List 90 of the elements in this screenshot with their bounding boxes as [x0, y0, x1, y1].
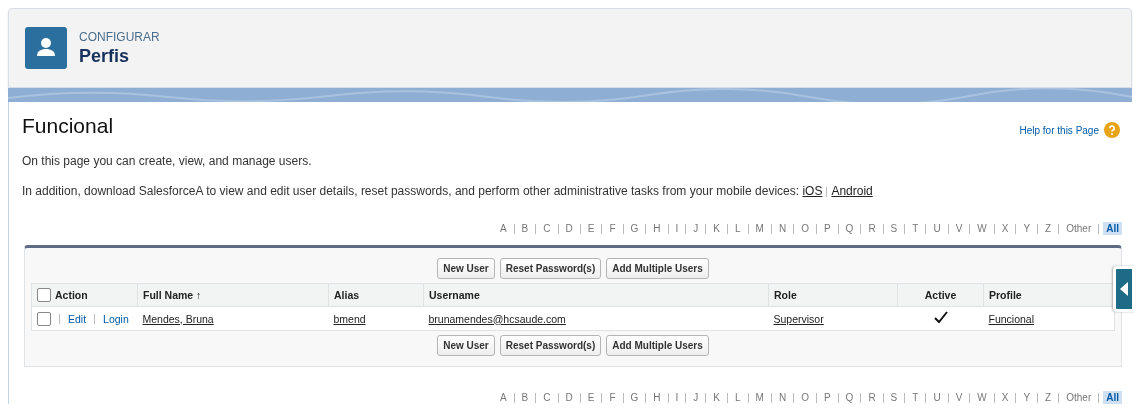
letter-filter[interactable]: J — [690, 222, 702, 235]
letter-filter[interactable]: P — [820, 222, 834, 235]
letter-filter[interactable]: B — [518, 222, 532, 235]
letter-filter[interactable]: M — [752, 222, 767, 235]
column-header[interactable]: Action — [55, 289, 88, 301]
letter-filter[interactable]: L — [732, 222, 744, 235]
column-header[interactable]: Username — [429, 289, 480, 301]
letter-filter[interactable]: All — [1103, 222, 1122, 235]
column-header[interactable]: Alias — [334, 289, 360, 301]
letter-filter[interactable]: N — [775, 222, 790, 235]
role-link[interactable]: Supervisor — [773, 312, 824, 325]
letter-filter[interactable]: A — [496, 222, 510, 235]
letter-filter[interactable]: F — [606, 391, 619, 404]
letter-filter[interactable]: W — [974, 222, 990, 235]
letter-filter[interactable]: V — [952, 391, 966, 404]
letter-filter[interactable]: C — [540, 391, 554, 404]
letter-filter[interactable]: O — [798, 391, 812, 404]
letter-filter[interactable]: F — [606, 222, 619, 235]
letter-filter[interactable]: Q — [842, 222, 857, 235]
action-button[interactable]: New User — [437, 258, 495, 279]
intro-text: On this page you can create, view, and manage users. — [22, 154, 313, 168]
action-link[interactable]: Edit — [68, 312, 87, 325]
letter-filter[interactable]: M — [752, 391, 767, 404]
letter-filter[interactable]: P — [820, 391, 834, 404]
letter-filter[interactable]: U — [930, 222, 944, 235]
letter-filter[interactable]: W — [974, 391, 990, 404]
app-link[interactable]: iOS — [802, 184, 823, 198]
collapse-icon[interactable] — [1120, 282, 1128, 296]
column-header[interactable]: Active — [924, 289, 957, 301]
letter-filter[interactable]: Y — [1020, 391, 1034, 404]
letter-filter[interactable]: K — [710, 391, 723, 404]
letter-filter[interactable]: V — [952, 222, 966, 235]
letter-filter[interactable]: D — [562, 391, 576, 404]
alias-link[interactable]: bmend — [333, 312, 366, 325]
action-button[interactable]: Add Multiple Users — [606, 258, 709, 279]
letter-filter[interactable]: S — [887, 222, 901, 235]
username-link[interactable]: brunamendes@hcsaude.com — [428, 312, 566, 325]
letter-filter[interactable]: S — [887, 391, 901, 404]
letter-filter[interactable]: X — [998, 391, 1012, 404]
letter-filter[interactable]: J — [690, 391, 702, 404]
action-button[interactable]: New User — [437, 335, 495, 356]
letter-filter[interactable]: C — [540, 222, 554, 235]
record-title: Funcional — [22, 114, 114, 138]
letter-filter[interactable]: A — [496, 391, 510, 404]
letter-filter[interactable]: Other — [1063, 222, 1095, 235]
column-header[interactable]: Full Name ↑ — [143, 289, 202, 301]
section-label: CONFIGURAR — [79, 29, 160, 44]
letter-filter[interactable]: N — [775, 391, 790, 404]
letter-filter[interactable]: E — [584, 391, 598, 404]
letter-filter[interactable]: Q — [842, 391, 857, 404]
letter-filter[interactable]: All — [1103, 391, 1122, 404]
letter-filter[interactable]: D — [562, 222, 576, 235]
mobile-text: In addition, download SalesforceA to view and edit user details, reset passwords, and perform other administrative tasks from your mobile devices: iOS Android — [22, 184, 874, 198]
letter-filter[interactable]: U — [930, 391, 944, 404]
letter-filter[interactable]: Z — [1042, 222, 1055, 235]
letter-filter[interactable]: K — [710, 222, 723, 235]
letter-filter[interactable]: T — [909, 391, 922, 404]
name-link[interactable]: Mendes, Bruna — [142, 312, 214, 325]
letter-filter[interactable]: X — [998, 222, 1012, 235]
column-header[interactable]: Profile — [989, 289, 1022, 301]
help-icon[interactable] — [1104, 122, 1120, 138]
column-header[interactable]: Role — [774, 289, 797, 301]
action-button[interactable]: Add Multiple Users — [606, 335, 709, 356]
letter-filter[interactable]: Y — [1020, 222, 1034, 235]
letter-filter[interactable]: Other — [1063, 391, 1095, 404]
help-link[interactable]: Help for this Page — [1019, 124, 1099, 136]
app-link[interactable]: Android — [831, 184, 873, 198]
letter-filter[interactable]: Z — [1042, 391, 1055, 404]
action-button[interactable]: Reset Password(s) — [499, 335, 602, 356]
letter-filter[interactable]: G — [627, 222, 642, 235]
letter-filter[interactable]: H — [650, 391, 664, 404]
letter-filter[interactable]: B — [518, 391, 532, 404]
action-button[interactable]: Reset Password(s) — [499, 258, 602, 279]
page-title: Perfis — [79, 45, 131, 67]
checkbox[interactable] — [37, 311, 51, 326]
letter-filter[interactable]: H — [650, 222, 664, 235]
action-link[interactable]: Login — [103, 312, 129, 325]
letter-filter[interactable]: R — [865, 222, 879, 235]
letter-filter[interactable]: R — [865, 391, 879, 404]
letter-filter[interactable]: G — [627, 391, 642, 404]
letter-filter[interactable]: L — [732, 391, 744, 404]
collapse-tab[interactable] — [1113, 266, 1135, 312]
letter-filter[interactable]: I — [672, 391, 682, 404]
user-icon — [25, 27, 67, 69]
letter-filter[interactable]: E — [584, 222, 598, 235]
letter-filter[interactable]: O — [798, 222, 812, 235]
letter-filter[interactable]: I — [672, 222, 682, 235]
checkbox[interactable] — [37, 288, 51, 302]
letter-filter[interactable]: T — [909, 222, 922, 235]
profile-link[interactable]: Funcional — [988, 312, 1035, 325]
